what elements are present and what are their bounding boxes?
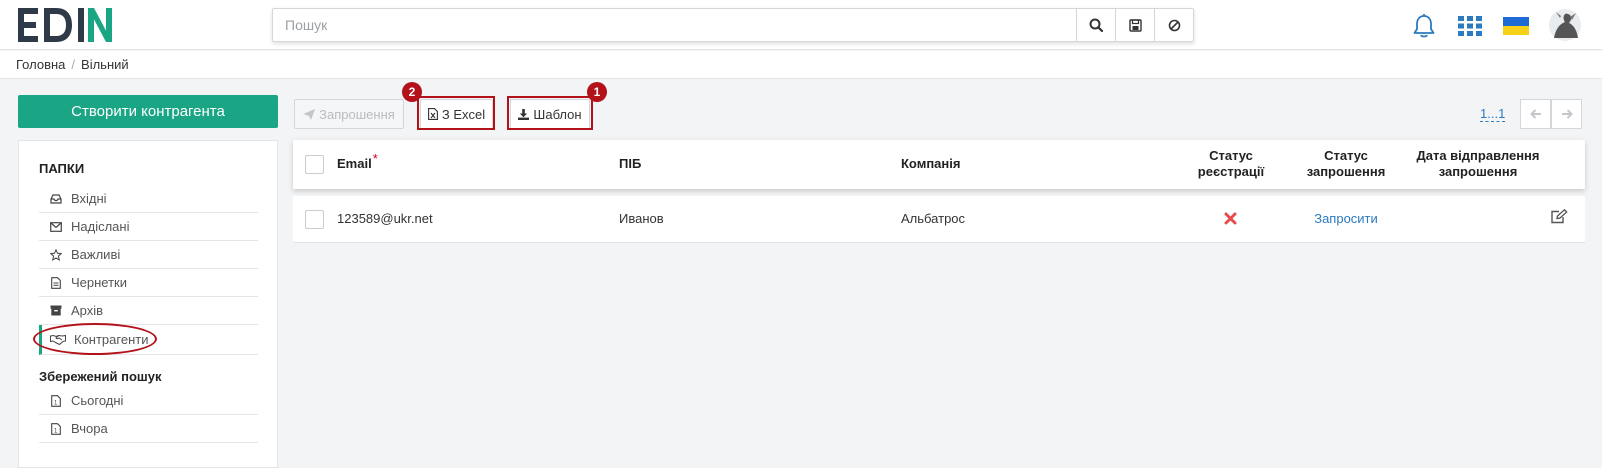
sidebar: ПАПКИ Вхідні Надіслані Важливі Чернетки … xyxy=(18,140,278,468)
column-email-label: Email xyxy=(337,156,372,171)
edit-row-button[interactable] xyxy=(1551,208,1568,227)
invite-link[interactable]: Запросити xyxy=(1314,211,1378,226)
search-input[interactable] xyxy=(273,9,1076,41)
edit-icon xyxy=(1551,208,1568,224)
bell-icon xyxy=(1413,14,1435,38)
table-header: Email* ПІБ Компанія Статус реєстрації Ст… xyxy=(293,140,1585,189)
excel-file-icon xyxy=(427,108,438,120)
saved-search-heading: Збережений пошук xyxy=(39,369,162,384)
search-icon xyxy=(1089,18,1103,32)
invite-button[interactable]: Запрошення xyxy=(294,99,404,129)
breadcrumb: Головна / Вільний xyxy=(0,51,1602,79)
sidebar-item-label: Чернетки xyxy=(71,275,128,290)
download-template-button[interactable]: Шаблон xyxy=(510,99,590,129)
envelope-icon xyxy=(49,220,63,234)
language-button[interactable] xyxy=(1502,12,1530,40)
clear-icon xyxy=(1168,19,1180,31)
pagination-info[interactable]: 1...1 xyxy=(1480,106,1506,122)
download-icon xyxy=(518,108,530,120)
column-invite-status-line2: запрошення xyxy=(1306,164,1386,179)
import-excel-button[interactable]: З Excel xyxy=(420,99,493,129)
download-template-label: Шаблон xyxy=(533,106,582,122)
sidebar-item-label: Вхідні xyxy=(71,191,107,206)
column-invite-status[interactable]: Статус запрошення xyxy=(1293,148,1399,180)
sidebar-item-archive[interactable]: Архів xyxy=(39,297,258,325)
row-checkbox[interactable] xyxy=(305,210,324,229)
svg-text:1: 1 xyxy=(54,428,58,434)
svg-text:1: 1 xyxy=(54,400,58,406)
search-button[interactable] xyxy=(1076,9,1115,41)
column-company[interactable]: Компанія xyxy=(901,156,960,171)
sidebar-item-inbox[interactable]: Вхідні xyxy=(39,185,258,213)
column-registration-status-line1: Статус xyxy=(1209,148,1253,163)
sidebar-item-counterparties[interactable]: Контрагенти xyxy=(39,325,258,355)
folders-heading: ПАПКИ xyxy=(39,161,85,176)
cell-company: Альбатрос xyxy=(901,211,966,226)
column-registration-status[interactable]: Статус реєстрації xyxy=(1181,148,1281,180)
apps-grid-icon xyxy=(1458,16,1482,36)
column-email[interactable]: Email* xyxy=(337,151,378,171)
breadcrumb-separator: / xyxy=(71,57,76,72)
table-row[interactable]: 123589@ukr.net Иванов Альбатрос Запросит… xyxy=(293,196,1585,243)
prev-page-button[interactable] xyxy=(1520,99,1551,129)
arrow-left-icon xyxy=(1529,109,1541,119)
sidebar-item-sent[interactable]: Надіслані xyxy=(39,213,258,241)
column-sent-date-line1: Дата відправлення xyxy=(1416,148,1540,163)
search-bar xyxy=(272,8,1194,42)
handshake-icon xyxy=(50,333,66,347)
cell-email: 123589@ukr.net xyxy=(337,211,433,226)
sidebar-item-label: Контрагенти xyxy=(74,332,149,347)
invite-button-label: Запрошення xyxy=(319,106,395,122)
sidebar-item-drafts[interactable]: Чернетки xyxy=(39,269,258,297)
calendar-icon: 1 xyxy=(49,394,63,408)
star-icon xyxy=(49,248,63,262)
sidebar-item-label: Архів xyxy=(71,303,104,318)
column-registration-status-line2: реєстрації xyxy=(1197,164,1265,179)
paper-plane-icon xyxy=(303,108,316,120)
cross-icon xyxy=(1224,212,1237,225)
archive-icon xyxy=(49,304,63,318)
notifications-button[interactable] xyxy=(1410,12,1438,40)
sidebar-item-yesterday[interactable]: 1 Вчора xyxy=(39,415,258,443)
logo-mark-icon xyxy=(18,8,112,42)
annotation-badge-1: 1 xyxy=(587,82,607,102)
column-sent-date[interactable]: Дата відправлення запрошення xyxy=(1403,148,1553,180)
create-counterparty-button[interactable]: Створити контрагента xyxy=(18,95,278,128)
column-sent-date-line2: запрошення xyxy=(1438,164,1518,179)
next-page-button[interactable] xyxy=(1551,99,1582,129)
cell-registration-status xyxy=(1224,212,1237,228)
import-excel-label: З Excel xyxy=(441,106,486,122)
arrow-right-icon xyxy=(1561,109,1573,119)
save-search-button[interactable] xyxy=(1115,9,1154,41)
column-name[interactable]: ПІБ xyxy=(619,156,641,171)
sidebar-item-label: Надіслані xyxy=(71,219,130,234)
required-marker: * xyxy=(372,151,378,166)
cell-invite-status: Запросити xyxy=(1293,211,1399,226)
column-invite-status-line1: Статус xyxy=(1324,148,1368,163)
apps-button[interactable] xyxy=(1456,12,1484,40)
sidebar-item-label: Сьогодні xyxy=(71,393,124,408)
breadcrumb-current: Вільний xyxy=(81,57,129,72)
sidebar-item-today[interactable]: 1 Сьогодні xyxy=(39,387,258,415)
sidebar-item-label: Вчора xyxy=(71,421,108,436)
inbox-icon xyxy=(49,192,63,206)
cell-name: Иванов xyxy=(619,211,664,226)
user-avatar-icon xyxy=(1549,9,1581,41)
ukraine-flag-icon xyxy=(1503,17,1529,35)
sidebar-item-important[interactable]: Важливі xyxy=(39,241,258,269)
annotation-badge-2: 2 xyxy=(402,82,422,102)
calendar-icon: 1 xyxy=(49,422,63,436)
breadcrumb-home[interactable]: Головна xyxy=(16,57,65,72)
save-icon xyxy=(1128,18,1142,32)
avatar[interactable] xyxy=(1548,8,1582,42)
edin-logo[interactable] xyxy=(16,5,116,45)
select-all-checkbox[interactable] xyxy=(305,155,324,174)
top-bar xyxy=(0,0,1602,50)
sidebar-item-label: Важливі xyxy=(71,247,121,262)
draft-icon xyxy=(49,276,63,290)
clear-search-button[interactable] xyxy=(1154,9,1193,41)
